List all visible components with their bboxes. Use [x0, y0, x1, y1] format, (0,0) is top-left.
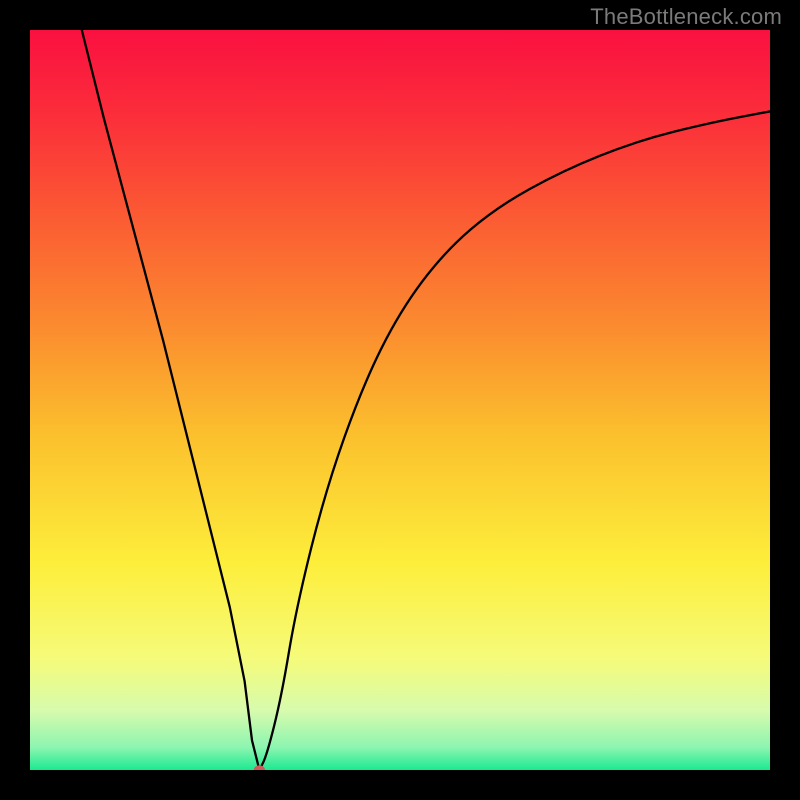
gradient-background [30, 30, 770, 770]
chart-svg [30, 30, 770, 770]
watermark-text: TheBottleneck.com [590, 4, 782, 30]
chart-container: TheBottleneck.com [0, 0, 800, 800]
plot-frame [30, 30, 770, 770]
